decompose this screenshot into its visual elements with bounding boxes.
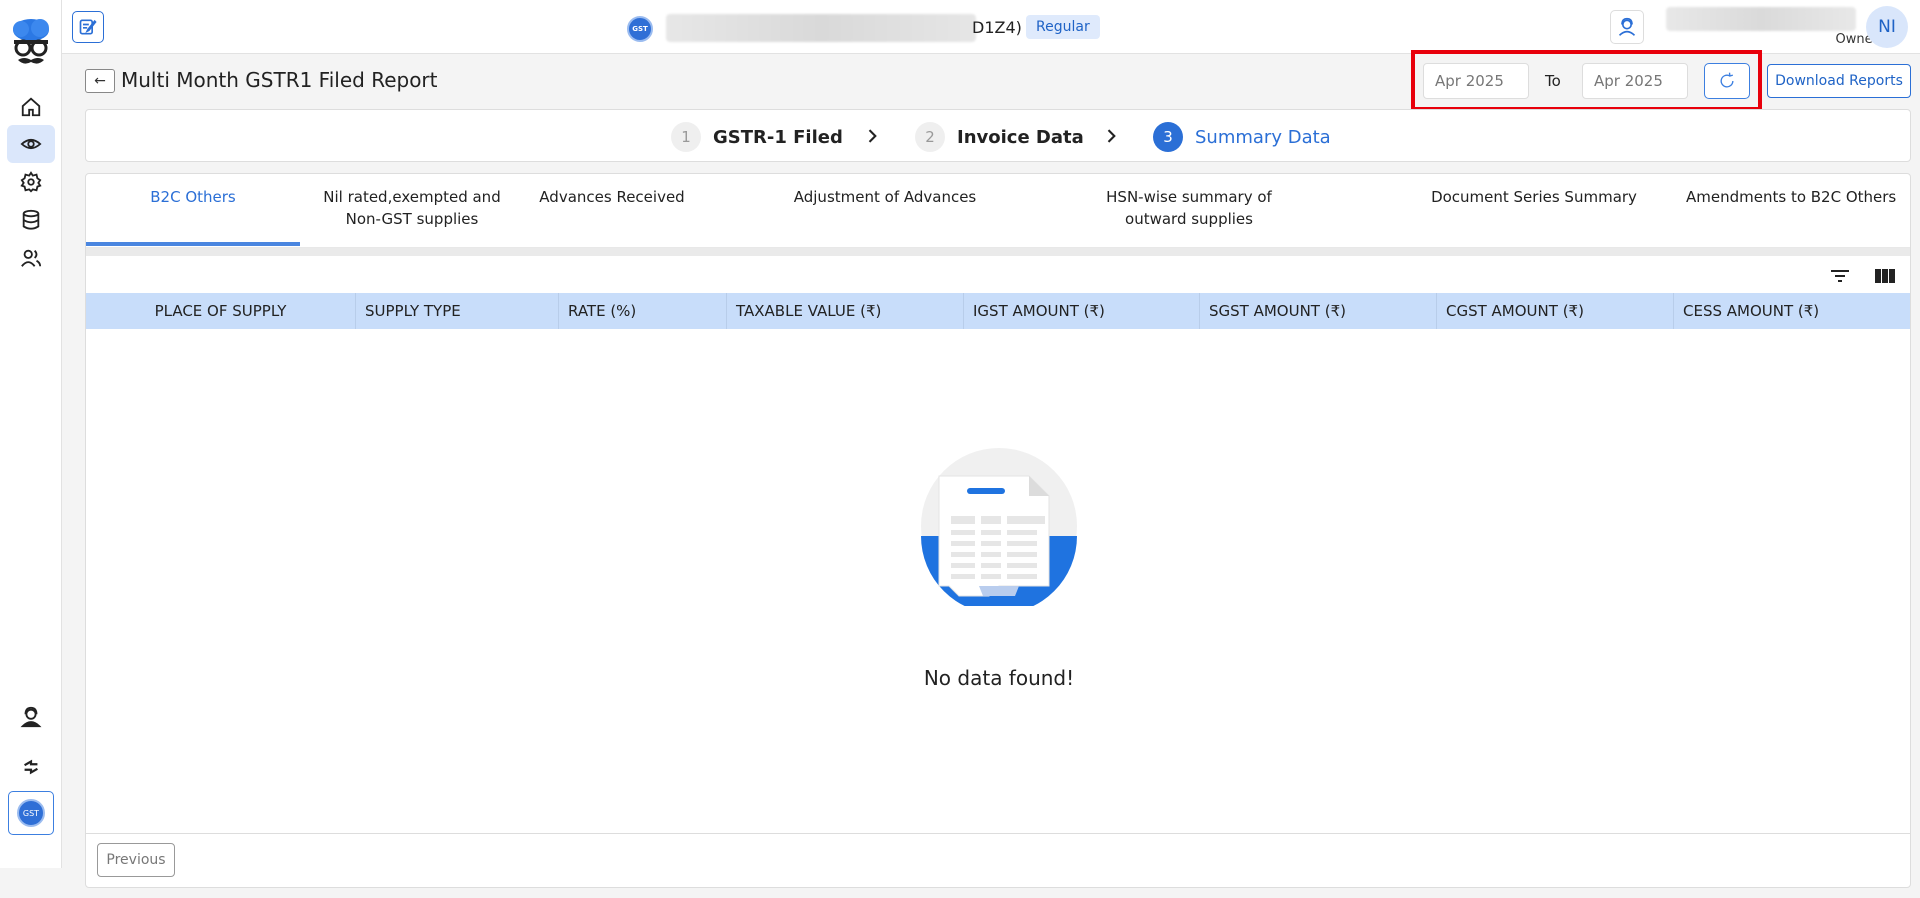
sidebar-item-support[interactable] (7, 698, 55, 736)
report-stepper: 1 GSTR-1 Filed 2 Invoice Data 3 Summary … (85, 109, 1911, 162)
step-label: Invoice Data (957, 126, 1084, 148)
sidebar-item-home[interactable] (7, 88, 55, 126)
tab-hsn-summary[interactable]: HSN-wise summary of outward supplies (1074, 186, 1304, 230)
column-header[interactable]: IGST AMOUNT (₹) (964, 293, 1200, 329)
summary-tabs: B2C Others Nil rated,exempted and Non-GS… (86, 174, 1910, 248)
step-summary-data[interactable]: 3 Summary Data (1153, 122, 1331, 152)
sidebar: GST (0, 0, 62, 868)
database-icon (22, 209, 40, 230)
column-header[interactable]: SUPPLY TYPE (356, 293, 559, 329)
active-tab-indicator (86, 242, 300, 246)
avatar[interactable]: NI (1866, 6, 1908, 48)
page-title: Multi Month GSTR1 Filed Report (121, 68, 438, 92)
gst-logo-icon: GST (627, 16, 653, 42)
sidebar-item-data[interactable] (7, 201, 55, 239)
column-header[interactable]: TAXABLE VALUE (₹) (727, 293, 964, 329)
filter-icon[interactable] (1828, 264, 1852, 288)
column-header[interactable]: RATE (%) (559, 293, 727, 329)
sidebar-item-view[interactable] (7, 125, 55, 163)
users-icon (21, 249, 42, 267)
tab-nil-rated[interactable]: Nil rated,exempted and Non-GST supplies (305, 186, 519, 230)
support-button[interactable] (1610, 10, 1644, 44)
step-label: GSTR-1 Filed (713, 126, 843, 148)
sync-icon (24, 759, 38, 775)
sidebar-item-users[interactable] (7, 239, 55, 277)
column-header[interactable]: SGST AMOUNT (₹) (1200, 293, 1437, 329)
chevron-right-icon (868, 129, 877, 143)
home-icon (21, 97, 41, 117)
sidebar-item-settings[interactable] (7, 163, 55, 201)
footer-divider (86, 833, 1910, 834)
download-reports-button[interactable]: Download Reports (1767, 64, 1911, 98)
arrow-left-icon: ← (94, 73, 106, 89)
step-label: Summary Data (1195, 126, 1331, 148)
step-number: 3 (1153, 122, 1183, 152)
top-header: GST D1Z4) Regular Owner NI (62, 0, 1920, 54)
step-number: 1 (671, 122, 701, 152)
tabs-scrollbar[interactable] (86, 248, 1910, 256)
chevron-right-icon (1107, 129, 1116, 143)
step-gstr1-filed[interactable]: 1 GSTR-1 Filed (671, 122, 843, 152)
back-button[interactable]: ← (85, 69, 115, 93)
column-header[interactable]: CGST AMOUNT (₹) (1437, 293, 1674, 329)
highlight-box (1411, 50, 1762, 111)
support-agent-icon (20, 706, 42, 728)
step-number: 2 (915, 122, 945, 152)
column-header[interactable]: PLACE OF SUPPLY (86, 293, 356, 329)
taxpayer-name-redacted (666, 14, 976, 42)
step-invoice-data[interactable]: 2 Invoice Data (915, 122, 1084, 152)
edit-note-icon (79, 19, 97, 35)
taxpayer-type-badge: Regular (1026, 15, 1100, 39)
quick-note-button[interactable] (72, 11, 104, 43)
columns-icon[interactable] (1873, 264, 1897, 288)
sidebar-item-sync[interactable] (7, 748, 55, 786)
empty-document-icon (921, 448, 1077, 606)
table-header: PLACE OF SUPPLY SUPPLY TYPE RATE (%) TAX… (86, 293, 1910, 329)
tab-adjustment-advances[interactable]: Adjustment of Advances (778, 186, 992, 208)
tab-document-series[interactable]: Document Series Summary (1418, 186, 1650, 208)
empty-state-message: No data found! (923, 666, 1075, 690)
previous-page-button[interactable]: Previous (97, 843, 175, 877)
column-header[interactable]: CESS AMOUNT (₹) (1674, 293, 1910, 329)
tab-b2c-others[interactable]: B2C Others (86, 186, 300, 208)
user-role: Owner (1835, 32, 1878, 47)
eye-icon (20, 138, 42, 150)
tab-advances-received[interactable]: Advances Received (505, 186, 719, 208)
sidebar-item-gst-portal[interactable]: GST (8, 791, 54, 835)
gst-badge-icon: GST (17, 799, 45, 827)
tab-amendments-b2c[interactable]: Amendments to B2C Others (1686, 186, 1910, 208)
support-agent-icon (1618, 17, 1636, 36)
summary-card: B2C Others Nil rated,exempted and Non-GS… (85, 173, 1911, 888)
svg-text:GST: GST (23, 809, 39, 818)
user-name-redacted (1666, 7, 1856, 31)
app-logo-icon[interactable] (10, 16, 52, 70)
gstin-text: D1Z4) (972, 18, 1022, 37)
gear-icon (20, 171, 42, 193)
